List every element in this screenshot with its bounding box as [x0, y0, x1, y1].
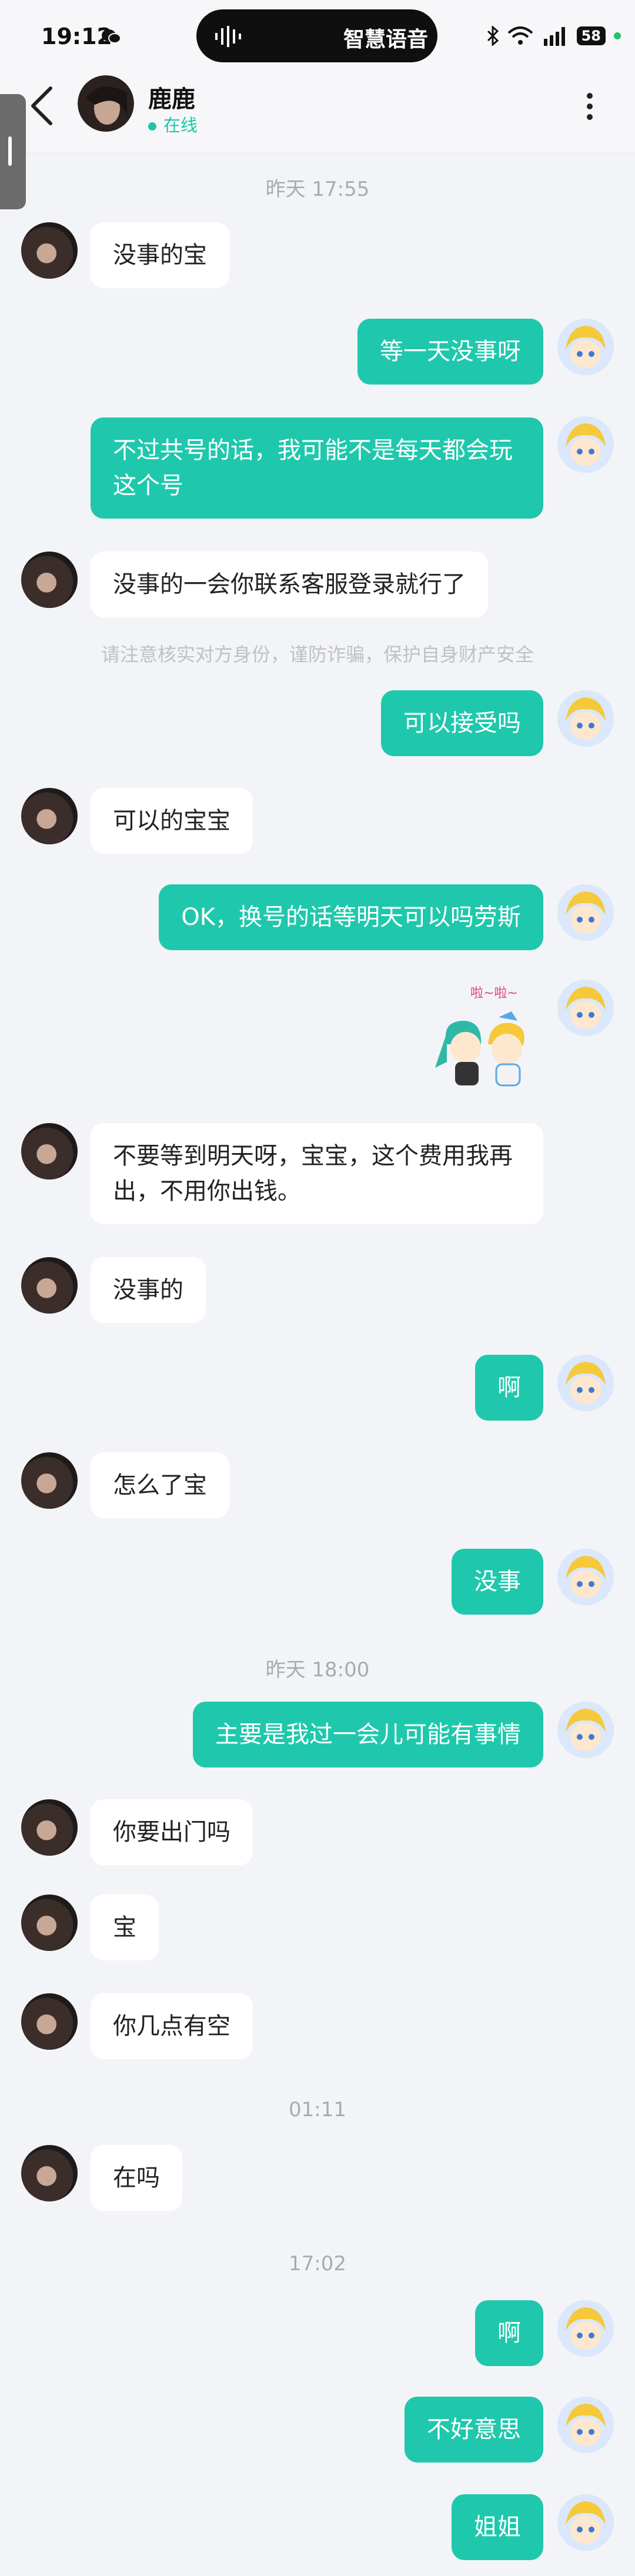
- my-avatar[interactable]: [557, 1355, 614, 1411]
- wifi-icon: [507, 26, 533, 45]
- message-outgoing[interactable]: 等一天没事呀: [357, 319, 543, 385]
- message-incoming[interactable]: 宝: [91, 1895, 159, 1960]
- bluetooth-icon: [487, 26, 499, 46]
- message-outgoing[interactable]: 啊: [475, 1355, 543, 1421]
- my-avatar[interactable]: [557, 2494, 614, 2551]
- sound-wave-icon: [215, 26, 241, 47]
- my-avatar[interactable]: [557, 319, 614, 375]
- my-avatar[interactable]: [557, 2397, 614, 2453]
- wechat-icon: [102, 29, 121, 44]
- contact-avatar-small[interactable]: [21, 222, 78, 279]
- contact-avatar[interactable]: [78, 75, 134, 132]
- message-outgoing[interactable]: 可以接受吗: [381, 690, 543, 756]
- contact-avatar-small[interactable]: [21, 1123, 78, 1180]
- message-outgoing[interactable]: OK，换号的话等明天可以吗劳斯: [159, 884, 543, 950]
- online-status-text: 在线: [163, 115, 198, 135]
- voice-assistant-label: 智慧语音: [343, 28, 429, 52]
- my-avatar[interactable]: [557, 884, 614, 941]
- message-outgoing[interactable]: 主要是我过一会儿可能有事情: [193, 1702, 543, 1768]
- status-icons: 58: [486, 21, 621, 51]
- contact-avatar-small[interactable]: [21, 1257, 78, 1314]
- my-avatar[interactable]: [557, 416, 614, 473]
- online-dot-icon: [148, 122, 156, 131]
- message-incoming[interactable]: 你几点有空: [91, 1993, 253, 2059]
- message-incoming[interactable]: 没事的一会你联系客服登录就行了: [91, 552, 488, 617]
- contact-avatar-small[interactable]: [21, 1452, 78, 1509]
- contact-avatar-small[interactable]: [21, 2145, 78, 2201]
- my-avatar[interactable]: [557, 2300, 614, 2357]
- message-incoming[interactable]: 没事的: [91, 1257, 206, 1323]
- contact-avatar-small[interactable]: [21, 788, 78, 844]
- status-bar: 19:12 智慧语音 58: [0, 0, 635, 78]
- message-outgoing[interactable]: 不过共号的话，我可能不是每天都会玩这个号: [91, 417, 543, 519]
- contact-avatar-small[interactable]: [21, 1895, 78, 1951]
- contact-avatar-small[interactable]: [21, 1993, 78, 2050]
- timestamp: 昨天 17:55: [265, 178, 370, 201]
- my-avatar[interactable]: [557, 690, 614, 747]
- message-outgoing[interactable]: 姐姐: [452, 2494, 543, 2560]
- timestamp: 昨天 18:00: [265, 1658, 370, 1682]
- voice-assistant-pill[interactable]: 智慧语音: [196, 9, 437, 62]
- message-incoming[interactable]: 没事的宝: [91, 222, 229, 288]
- safety-tip: 请注意核实对方身份，谨防诈骗，保护自身财产安全: [101, 643, 534, 666]
- signal-5g-icon: [543, 27, 565, 46]
- timestamp: 17:02: [289, 2252, 346, 2276]
- my-avatar[interactable]: [557, 980, 614, 1036]
- online-status: 在线: [148, 112, 198, 136]
- more-vertical-icon[interactable]: [586, 92, 594, 121]
- my-avatar[interactable]: [557, 1702, 614, 1758]
- message-incoming[interactable]: 不要等到明天呀，宝宝，这个费用我再出，不用你出钱。: [91, 1123, 543, 1224]
- contact-avatar-small[interactable]: [21, 1799, 78, 1856]
- privacy-dot-icon: [614, 32, 621, 39]
- sticker-text: 啦~啦~: [470, 986, 518, 1001]
- contact-name: 鹿鹿: [148, 86, 195, 113]
- message-incoming[interactable]: 怎么了宝: [91, 1452, 229, 1518]
- my-avatar[interactable]: [557, 1549, 614, 1605]
- message-outgoing[interactable]: 啊: [475, 2300, 543, 2366]
- message-incoming[interactable]: 你要出门吗: [91, 1799, 253, 1865]
- timestamp: 01:11: [289, 2098, 346, 2121]
- message-outgoing[interactable]: 不好意思: [405, 2397, 543, 2463]
- battery-level: 58: [576, 26, 606, 45]
- sticker-message[interactable]: 啦~啦~: [429, 980, 547, 1097]
- message-incoming[interactable]: 在吗: [91, 2145, 182, 2211]
- message-incoming[interactable]: 可以的宝宝: [91, 788, 253, 854]
- chevron-left-icon[interactable]: [27, 86, 55, 126]
- contact-avatar-small[interactable]: [21, 552, 78, 608]
- message-outgoing[interactable]: 没事: [452, 1549, 543, 1615]
